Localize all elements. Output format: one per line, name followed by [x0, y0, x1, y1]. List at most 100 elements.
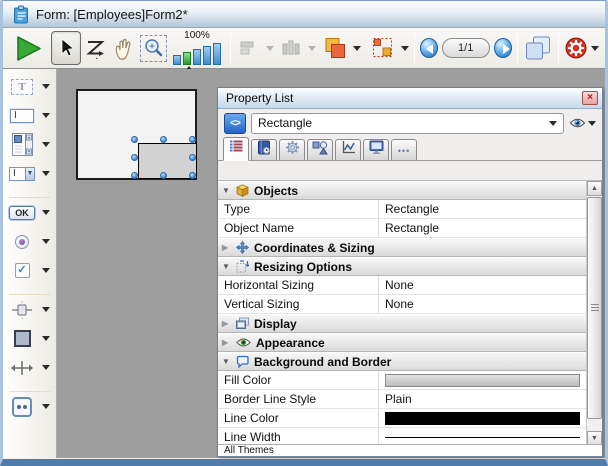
- tool-slider-dropdown[interactable]: [42, 307, 50, 312]
- settings-dropdown[interactable]: [591, 46, 599, 51]
- form-page[interactable]: [76, 89, 197, 180]
- selection-handle[interactable]: [160, 172, 167, 179]
- section-objects[interactable]: ▼Objects: [218, 181, 586, 200]
- section-resizing-options[interactable]: ▼Resizing Options: [218, 257, 586, 276]
- expand-icon[interactable]: ▶: [222, 319, 231, 328]
- tool-plugin-dropdown[interactable]: [42, 404, 50, 409]
- zoom-bar-1[interactable]: [173, 55, 181, 65]
- display-pages-button[interactable]: [523, 31, 553, 65]
- scroll-up-button[interactable]: ▲: [587, 181, 602, 196]
- selection-handle[interactable]: [131, 154, 138, 161]
- level-button[interactable]: [322, 31, 351, 65]
- select-tool-button[interactable]: [51, 31, 81, 65]
- selection-handle[interactable]: [189, 154, 196, 161]
- expand-icon[interactable]: ▶: [222, 243, 231, 252]
- selection-handle[interactable]: [189, 136, 196, 143]
- next-page-button[interactable]: [494, 38, 512, 58]
- property-scrollbar[interactable]: ▲ ▼: [586, 180, 602, 446]
- selection-handle[interactable]: [131, 172, 138, 179]
- zoom-bar-current[interactable]: [183, 52, 191, 65]
- tab-properties[interactable]: [223, 137, 249, 161]
- close-button[interactable]: ×: [582, 91, 598, 105]
- tool-splitter-dropdown[interactable]: [42, 365, 50, 370]
- entry-order-button[interactable]: [81, 31, 110, 65]
- code-editor-button[interactable]: <>: [224, 113, 246, 134]
- tool-radio-button-dropdown[interactable]: [42, 239, 50, 244]
- zoom-bar-5[interactable]: [213, 43, 221, 65]
- section-display[interactable]: ▶ Display: [218, 314, 586, 333]
- settings-button[interactable]: [564, 31, 588, 65]
- property-value[interactable]: [378, 409, 586, 427]
- toolbox-divider: [9, 382, 50, 392]
- tool-input-button[interactable]: I: [3, 101, 56, 130]
- pan-tool-button[interactable]: [110, 31, 139, 65]
- zoom-tool-button[interactable]: [139, 31, 169, 65]
- scroll-thumb[interactable]: [587, 197, 602, 419]
- zoom-bars-icon[interactable]: [173, 42, 221, 65]
- themes-footer[interactable]: All Themes: [218, 444, 602, 456]
- property-value[interactable]: Rectangle: [378, 219, 586, 237]
- tab-objects[interactable]: [307, 139, 333, 160]
- tab-data[interactable]: [251, 139, 277, 160]
- line-width-sample[interactable]: [385, 437, 580, 438]
- property-value[interactable]: Plain: [378, 390, 586, 408]
- collapse-icon[interactable]: ▼: [222, 262, 231, 271]
- tool-rectangle-button[interactable]: [3, 324, 56, 353]
- tool-rectangle-dropdown[interactable]: [42, 336, 50, 341]
- level-dropdown[interactable]: [353, 46, 361, 51]
- section-coordinates-sizing[interactable]: ▶ Coordinates & Sizing: [218, 238, 586, 257]
- tool-list-box-button[interactable]: [3, 130, 56, 159]
- tool-checkbox-dropdown[interactable]: [42, 268, 50, 273]
- form-canvas[interactable]: Property List × <> Rectangle: [57, 69, 605, 458]
- section-label: Display: [254, 317, 297, 331]
- zoom-bar-4[interactable]: [203, 46, 211, 65]
- property-value[interactable]: [378, 371, 586, 389]
- tool-text-button[interactable]: T: [3, 72, 56, 101]
- tool-button-button[interactable]: OK: [3, 198, 56, 227]
- tool-slider-button[interactable]: [3, 295, 56, 324]
- selection-handle[interactable]: [160, 136, 167, 143]
- fill-color-swatch[interactable]: [385, 374, 580, 387]
- section-appearance[interactable]: ▶Appearance: [218, 333, 586, 352]
- tab-events[interactable]: [335, 139, 361, 160]
- selection-handle[interactable]: [131, 136, 138, 143]
- property-row: Horizontal SizingNone: [218, 276, 586, 295]
- selection-handle[interactable]: [189, 172, 196, 179]
- tool-radio-button-button[interactable]: [3, 227, 56, 256]
- tool-input-dropdown[interactable]: [42, 113, 50, 118]
- view-options-button[interactable]: [569, 117, 596, 129]
- tool-splitter-button[interactable]: [3, 353, 56, 382]
- tab-more[interactable]: •••: [391, 139, 417, 160]
- tool-combo-box-button[interactable]: I▼: [3, 159, 56, 188]
- collapse-icon[interactable]: ▼: [222, 186, 231, 195]
- run-form-button[interactable]: [13, 31, 45, 65]
- zoom-level-widget[interactable]: 100%: [173, 31, 221, 65]
- hand-icon: [111, 35, 137, 61]
- tool-list-box-dropdown[interactable]: [42, 142, 50, 147]
- property-value[interactable]: None: [378, 295, 586, 313]
- group-dropdown[interactable]: [401, 46, 409, 51]
- tool-plugin-button[interactable]: [3, 392, 56, 421]
- section-label: Coordinates & Sizing: [254, 241, 375, 255]
- magnifier-icon: [140, 35, 167, 62]
- tool-combo-box-dropdown[interactable]: [42, 171, 50, 176]
- previous-page-button[interactable]: [420, 38, 438, 58]
- section-background-and-border[interactable]: ▼Background and Border: [218, 352, 586, 371]
- tab-display[interactable]: [363, 139, 389, 160]
- tool-button-dropdown[interactable]: [42, 210, 50, 215]
- view-options-dropdown[interactable]: [588, 121, 596, 126]
- property-value[interactable]: None: [378, 276, 586, 294]
- zoom-bar-3[interactable]: [193, 49, 201, 65]
- group-button[interactable]: [369, 31, 398, 65]
- collapse-icon[interactable]: ▼: [222, 357, 231, 366]
- property-value[interactable]: Rectangle: [378, 200, 586, 218]
- tool-checkbox-button[interactable]: ✓: [3, 256, 56, 285]
- prev-arrow-icon: [426, 44, 433, 54]
- tool-text-dropdown[interactable]: [42, 84, 50, 89]
- line-color-swatch[interactable]: [385, 412, 580, 425]
- expand-icon[interactable]: ▶: [222, 338, 231, 347]
- tab-actions[interactable]: [279, 139, 305, 160]
- object-selector-combo[interactable]: Rectangle: [251, 113, 564, 134]
- titlebar[interactable]: Form: [Employees]Form2*: [3, 1, 605, 28]
- property-list-titlebar[interactable]: Property List ×: [218, 88, 602, 109]
